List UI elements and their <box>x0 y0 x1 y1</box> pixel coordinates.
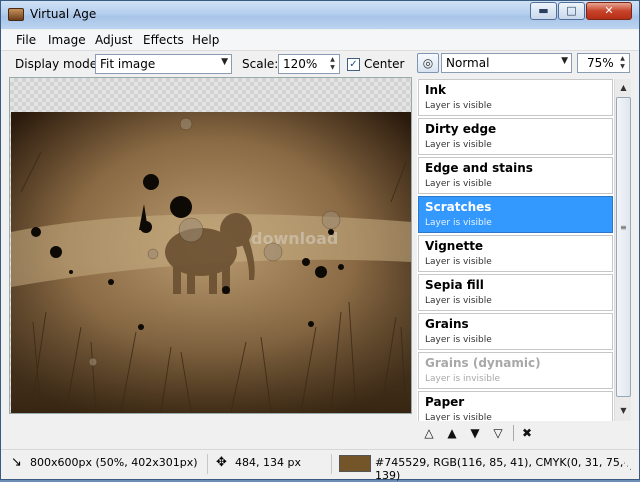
layer-status: Layer is visible <box>425 140 492 150</box>
app-icon <box>8 8 24 21</box>
spin-up-icon[interactable]: ▲ <box>327 56 338 64</box>
display-mode-label: Display mode: <box>15 57 102 71</box>
layer-status: Layer is visible <box>425 335 492 345</box>
watermark-text: download <box>251 229 338 248</box>
spin-down-icon[interactable]: ▼ <box>617 63 628 71</box>
minimize-button[interactable]: ▬ <box>530 2 557 20</box>
toolbar: Display mode: Fit image ▼ Scale: 120% ▲ … <box>1 52 413 77</box>
layer-options-bar: ◎ Normal ▼ 75% ▲ ▼ <box>417 53 639 77</box>
layer-item-ink[interactable]: Ink Layer is visible <box>418 79 613 116</box>
move-cursor-icon: ✥ <box>216 455 227 470</box>
cursor-position: 484, 134 px <box>235 456 301 469</box>
opacity-stepper[interactable]: 75% ▲ ▼ <box>577 53 630 73</box>
scale-value: 120% <box>283 57 318 71</box>
status-bar: ↘ 800x600px (50%, 402x301px) ✥ 484, 134 … <box>1 449 639 482</box>
layer-status: Layer is visible <box>425 413 492 421</box>
menu-effects[interactable]: Effects <box>143 33 184 47</box>
menu-bar: File Image Adjust Effects Help <box>1 30 639 51</box>
layer-item-grains-dynamic[interactable]: Grains (dynamic) Layer is invisible <box>418 352 613 389</box>
blend-mode-value: Normal <box>446 56 490 70</box>
layer-name: Dirty edge <box>425 122 497 136</box>
layer-item-grains[interactable]: Grains Layer is visible <box>418 313 613 350</box>
app-window: Virtual Age ▬ □ ✕ File Image Adjust Effe… <box>0 0 640 482</box>
display-mode-value: Fit image <box>100 57 156 71</box>
center-checkbox[interactable]: ✓ <box>347 58 360 71</box>
photo-preview: download <box>11 112 411 413</box>
scale-label: Scale: <box>242 57 279 71</box>
menu-help[interactable]: Help <box>192 33 219 47</box>
layer-item-dirty-edge[interactable]: Dirty edge Layer is visible <box>418 118 613 155</box>
layer-status: Layer is visible <box>425 101 492 111</box>
menu-adjust[interactable]: Adjust <box>95 33 133 47</box>
layer-item-sepia-fill[interactable]: Sepia fill Layer is visible <box>418 274 613 311</box>
layer-status: Layer is visible <box>425 257 492 267</box>
layer-item-paper[interactable]: Paper Layer is visible <box>418 391 613 421</box>
scale-stepper[interactable]: 120% ▲ ▼ <box>278 54 340 74</box>
spin-up-icon[interactable]: ▲ <box>617 55 628 63</box>
opacity-value: 75% <box>587 56 614 70</box>
layer-item-vignette[interactable]: Vignette Layer is visible <box>418 235 613 272</box>
layer-name: Ink <box>425 83 446 97</box>
layer-name: Grains <box>425 317 469 331</box>
layer-name: Edge and stains <box>425 161 533 175</box>
layer-status: Layer is invisible <box>425 374 500 384</box>
size-grip-icon[interactable]: ⋱ <box>623 462 632 472</box>
blend-icon[interactable]: ◎ <box>417 53 439 73</box>
color-swatch <box>339 455 371 472</box>
spin-down-icon[interactable]: ▼ <box>327 64 338 72</box>
menu-image[interactable]: Image <box>48 33 86 47</box>
window-title: Virtual Age <box>30 7 97 21</box>
display-mode-select[interactable]: Fit image ▼ <box>95 54 232 74</box>
divider <box>513 425 514 441</box>
layer-status: Layer is visible <box>425 296 492 306</box>
move-top-icon[interactable]: △ <box>421 425 437 441</box>
scrollbar-thumb[interactable]: ≡ <box>616 97 631 397</box>
chevron-down-icon: ▼ <box>221 57 228 67</box>
layer-actions: △ ▲ ▼ ▽ ✖ <box>417 423 631 445</box>
layer-name: Scratches <box>425 200 492 214</box>
blend-mode-select[interactable]: Normal ▼ <box>441 53 572 73</box>
layer-item-scratches[interactable]: Scratches Layer is visible <box>418 196 613 233</box>
layer-item-edge-and-stains[interactable]: Edge and stains Layer is visible <box>418 157 613 194</box>
layer-status: Layer is visible <box>425 179 492 189</box>
scroll-down-icon[interactable]: ▼ <box>616 403 631 419</box>
delete-layer-icon[interactable]: ✖ <box>519 425 535 441</box>
layer-status: Layer is visible <box>425 218 492 228</box>
layer-name: Vignette <box>425 239 484 253</box>
close-button[interactable]: ✕ <box>586 2 632 20</box>
layer-name: Paper <box>425 395 465 409</box>
image-canvas[interactable]: download <box>9 77 412 414</box>
move-down-icon[interactable]: ▼ <box>467 425 483 441</box>
layer-name: Sepia fill <box>425 278 484 292</box>
resize-icon: ↘ <box>11 455 22 470</box>
center-label: Center <box>364 57 405 71</box>
menu-file[interactable]: File <box>16 33 36 47</box>
grip-icon: ≡ <box>620 223 627 232</box>
layer-list: Ink Layer is visible Dirty edge Layer is… <box>417 79 614 421</box>
move-bottom-icon[interactable]: ▽ <box>490 425 506 441</box>
move-up-icon[interactable]: ▲ <box>444 425 460 441</box>
color-value: #745529, RGB(116, 85, 41), CMYK(0, 31, 7… <box>375 456 624 482</box>
divider <box>207 454 208 474</box>
title-bar[interactable]: Virtual Age ▬ □ ✕ <box>1 1 639 29</box>
divider <box>331 454 332 474</box>
scroll-up-icon[interactable]: ▲ <box>616 80 631 96</box>
layer-name: Grains (dynamic) <box>425 356 541 370</box>
image-size: 800x600px (50%, 402x301px) <box>30 456 198 469</box>
maximize-button[interactable]: □ <box>558 2 585 20</box>
layer-list-scrollbar[interactable]: ▲ ≡ ▼ <box>614 79 631 421</box>
chevron-down-icon: ▼ <box>561 56 568 66</box>
